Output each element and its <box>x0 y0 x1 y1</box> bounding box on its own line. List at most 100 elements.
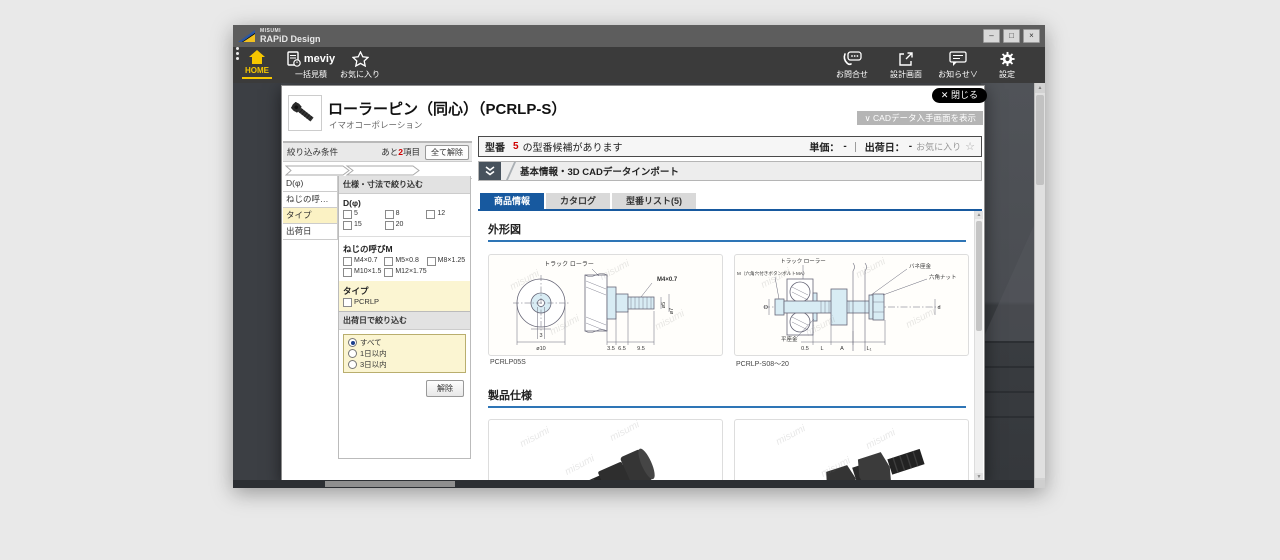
filter-nav-type[interactable]: タイプ <box>283 208 338 224</box>
dim-text: L₁ <box>867 346 872 352</box>
section-spec-title: 製品仕様 <box>488 387 532 403</box>
horizontal-scroll-thumb[interactable] <box>325 481 455 487</box>
more-menu-kebab-icon[interactable] <box>233 47 241 60</box>
radio-3day[interactable]: 3日以内 <box>348 359 461 370</box>
horizontal-scrollbar[interactable] <box>233 480 1035 488</box>
checkbox-m8[interactable]: M8×1.25 <box>427 257 468 266</box>
section-outline-rule <box>488 240 966 242</box>
shipdate-filter-header: 出荷日で絞り込む <box>339 311 470 330</box>
radio-icon <box>348 349 357 358</box>
unit-price-value: - <box>843 141 846 152</box>
spec-filter-header: 仕様・寸法で絞り込む <box>339 176 470 194</box>
cad-data-button[interactable]: ∨ CADデータ入手画面を表示 <box>857 111 983 125</box>
filter-nav-d[interactable]: D(φ) <box>283 176 338 192</box>
window-controls: – □ × <box>983 29 1040 43</box>
drawing-label: バネ座金 <box>909 262 932 270</box>
cad-button-label: CADデータ入手画面を表示 <box>873 113 976 123</box>
basic-info-bar[interactable]: 基本情報・3D CADデータインポート <box>478 161 982 181</box>
background-left-panel <box>233 83 281 488</box>
tab-product-info[interactable]: 商品情報 <box>480 193 544 209</box>
checkbox-pcrlp[interactable]: PCRLP <box>339 298 470 307</box>
drawing-label: M4×0.7 <box>657 277 678 283</box>
checkbox-d-8[interactable]: 8 <box>385 210 427 219</box>
drawing-card: misumi misumi misumi misumi <box>734 254 969 356</box>
product-photo-2: misumi misumi misumi <box>734 419 969 481</box>
star-icon <box>352 51 369 67</box>
checkbox-icon <box>343 210 352 219</box>
nav-meviy[interactable]: meviy 一括見積 <box>285 51 337 80</box>
nav-favorites[interactable]: お気に入り <box>343 51 377 80</box>
product-photo-1: misumi misumi misumi <box>488 419 723 481</box>
checkbox-icon <box>384 268 393 277</box>
nav-home[interactable]: HOME <box>241 50 273 79</box>
scroll-up-arrow[interactable]: ▲ <box>1035 83 1045 93</box>
nav-settings[interactable]: 設定 <box>989 51 1025 80</box>
close-label: 閉じる <box>951 90 978 100</box>
checkbox-d-12[interactable]: 12 <box>426 210 468 219</box>
close-window-button[interactable]: × <box>1023 29 1040 43</box>
progress-chevrons-icon <box>285 165 435 176</box>
clear-filter-button[interactable]: 解除 <box>426 380 464 397</box>
scroll-thumb[interactable] <box>976 221 982 331</box>
filter-sidebar: 絞り込み条件 あと2項目 全て解除 D(φ) ねじの呼… タイプ 出荷日 <box>283 141 472 179</box>
basic-info-label: 基本情報・3D CADデータインポート <box>520 164 679 178</box>
scroll-up-arrow[interactable]: ▲ <box>975 211 983 219</box>
clear-all-button[interactable]: 全て解除 <box>425 145 469 160</box>
external-link-icon <box>898 51 914 67</box>
brand-text: MISUMI RAPiD Design <box>260 29 321 44</box>
dim-text: L <box>820 346 823 352</box>
product-pin-image <box>289 96 319 128</box>
scroll-thumb[interactable] <box>1036 95 1044 185</box>
filter-nav-thread[interactable]: ねじの呼… <box>283 192 338 208</box>
checkbox-icon <box>343 268 352 277</box>
shipdate-radio-group: すべて 1日以内 3日以内 <box>343 334 466 373</box>
tab-content: 外形図 misumi misumi misumi misumi <box>478 211 982 481</box>
nav-notice[interactable]: お知らせ∨ <box>935 51 981 80</box>
drawing-card: misumi misumi misumi misumi <box>488 254 723 356</box>
nav-contact[interactable]: お問合せ <box>831 51 873 80</box>
d-group-label: D(φ) <box>339 194 470 209</box>
favorite-star-icon[interactable]: ☆ <box>965 140 975 153</box>
dim-text: 0.5 <box>801 346 809 352</box>
nav-design-screen[interactable]: 設計画面 <box>885 51 927 80</box>
checkbox-m10[interactable]: M10×1.5 <box>343 268 384 277</box>
dialog-close-button[interactable]: ✕ 閉じる <box>932 88 987 103</box>
product-title: ローラーピン（同心）（PCRLP-S） <box>328 98 566 119</box>
nav-contact-label: お問合せ <box>836 69 868 80</box>
outline-drawing-2: misumi misumi misumi misumi <box>734 254 969 369</box>
checkbox-d-20[interactable]: 20 <box>385 221 427 230</box>
checkbox-icon <box>385 221 394 230</box>
checkbox-d-15[interactable]: 15 <box>343 221 385 230</box>
background-stripe <box>981 366 1035 368</box>
radio-all[interactable]: すべて <box>348 337 461 348</box>
radio-icon-selected <box>348 338 357 347</box>
nav-home-label: HOME <box>245 66 269 75</box>
filter-nav-shipdate[interactable]: 出荷日 <box>283 224 338 240</box>
section-outline-title: 外形図 <box>488 221 521 237</box>
dim-text: 3.5 <box>607 346 615 352</box>
content-scrollbar[interactable]: ▲ ▼ <box>974 211 983 481</box>
vertical-scrollbar[interactable]: ▲ ▼ <box>1034 83 1045 488</box>
tab-part-list[interactable]: 型番リスト(5) <box>612 193 696 209</box>
nav-design-screen-label: 設計画面 <box>890 69 922 80</box>
unit-price-label: 単価： <box>809 139 839 154</box>
dialog-main: 型番 5 の型番候補があります 単価：- ｜ 出荷日：- お気に入り ☆ <box>478 136 984 481</box>
maximize-button[interactable]: □ <box>1003 29 1020 43</box>
brand-top: MISUMI <box>260 29 321 34</box>
thread-group-label: ねじの呼びM <box>339 239 470 256</box>
drawing-label: トラック ローラー <box>780 258 826 265</box>
section-spec-rule <box>488 406 966 408</box>
minimize-button[interactable]: – <box>983 29 1000 43</box>
title-bar: MISUMI RAPiD Design – □ × <box>233 25 1045 47</box>
notice-bubble-icon <box>949 51 967 67</box>
drawing-label: 六角ナット <box>929 273 957 281</box>
radio-icon <box>348 360 357 369</box>
checkbox-m4[interactable]: M4×0.7 <box>343 257 384 266</box>
separator: ｜ <box>851 139 861 154</box>
checkbox-m12[interactable]: M12×1.75 <box>384 268 426 277</box>
checkbox-d-5[interactable]: 5 <box>343 210 385 219</box>
radio-1day[interactable]: 1日以内 <box>348 348 461 359</box>
checkbox-m5[interactable]: M5×0.8 <box>384 257 426 266</box>
tab-catalog[interactable]: カタログ <box>546 193 610 209</box>
double-chevron-down-icon <box>479 162 501 180</box>
